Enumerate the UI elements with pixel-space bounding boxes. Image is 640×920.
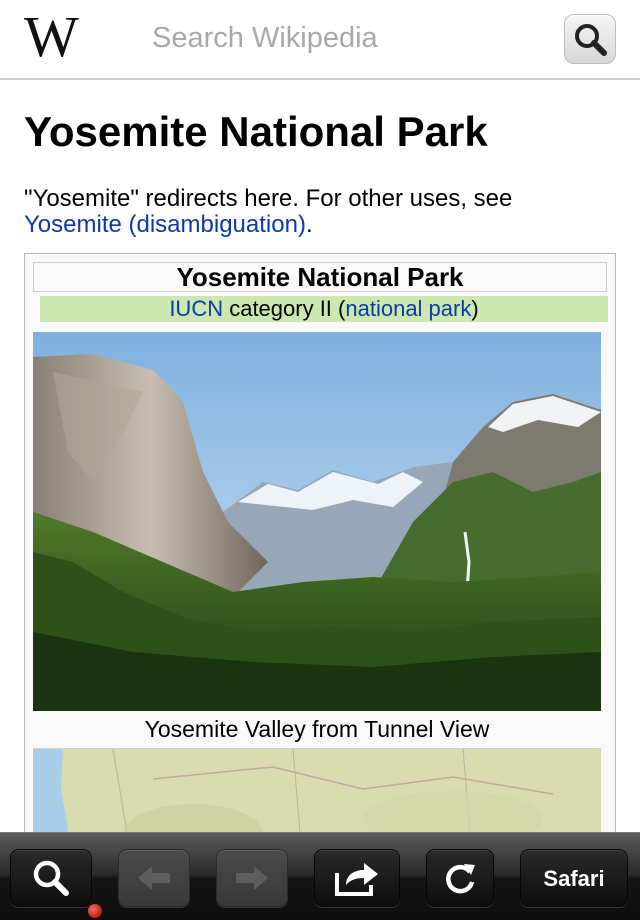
search-icon [33, 860, 69, 896]
category-text: category II ( [223, 296, 346, 321]
top-bar: W [0, 0, 640, 80]
image-caption: Yosemite Valley from Tunnel View [144, 716, 490, 742]
record-indicator-icon [88, 904, 102, 918]
search-tool-button[interactable] [10, 849, 92, 907]
yosemite-valley-photo[interactable] [33, 332, 601, 711]
search-button[interactable] [564, 14, 616, 64]
search-input[interactable] [140, 14, 540, 62]
national-park-link[interactable]: national park [345, 296, 471, 321]
back-button[interactable] [118, 849, 190, 907]
arrow-right-icon [236, 866, 268, 890]
arrow-left-icon [138, 866, 170, 890]
wikipedia-logo[interactable]: W [24, 8, 96, 66]
hatnote-period: . [305, 211, 313, 238]
page-title: Yosemite National Park [24, 108, 488, 155]
refresh-icon [446, 864, 475, 894]
refresh-button[interactable] [426, 849, 494, 907]
hatnote: "Yosemite" redirects here. For other use… [24, 186, 616, 238]
infobox-category: IUCN category II (national park) [40, 296, 608, 322]
share-icon [335, 863, 378, 896]
infobox-title: Yosemite National Park [33, 262, 607, 292]
landscape-image [33, 332, 601, 711]
magnifier-icon [575, 24, 607, 56]
article-content: Yosemite National Park "Yosemite" redire… [24, 80, 616, 238]
safari-button[interactable]: Safari [520, 849, 628, 907]
disambiguation-link[interactable]: Yosemite (disambiguation) [24, 211, 306, 238]
infobox: Yosemite National Park IUCN category II … [24, 253, 616, 853]
hatnote-text: "Yosemite" redirects here. For other use… [24, 185, 513, 212]
category-close: ) [471, 296, 479, 321]
infobox-body: Yosemite National Park IUCN category II … [33, 262, 608, 322]
share-button[interactable] [314, 849, 400, 907]
forward-button[interactable] [216, 849, 288, 907]
iucn-link[interactable]: IUCN [169, 296, 223, 321]
